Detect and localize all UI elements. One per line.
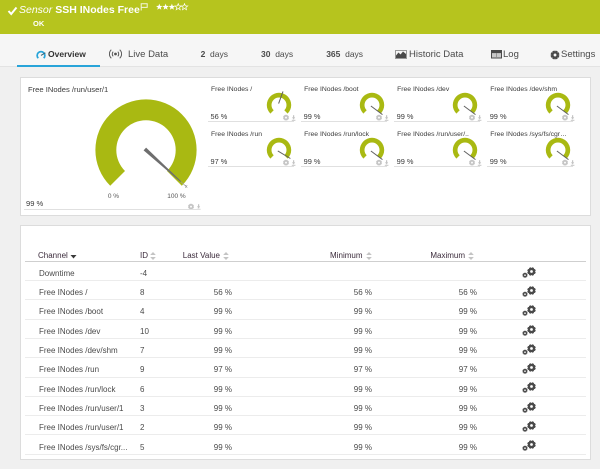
- svg-text:x: x: [185, 185, 188, 191]
